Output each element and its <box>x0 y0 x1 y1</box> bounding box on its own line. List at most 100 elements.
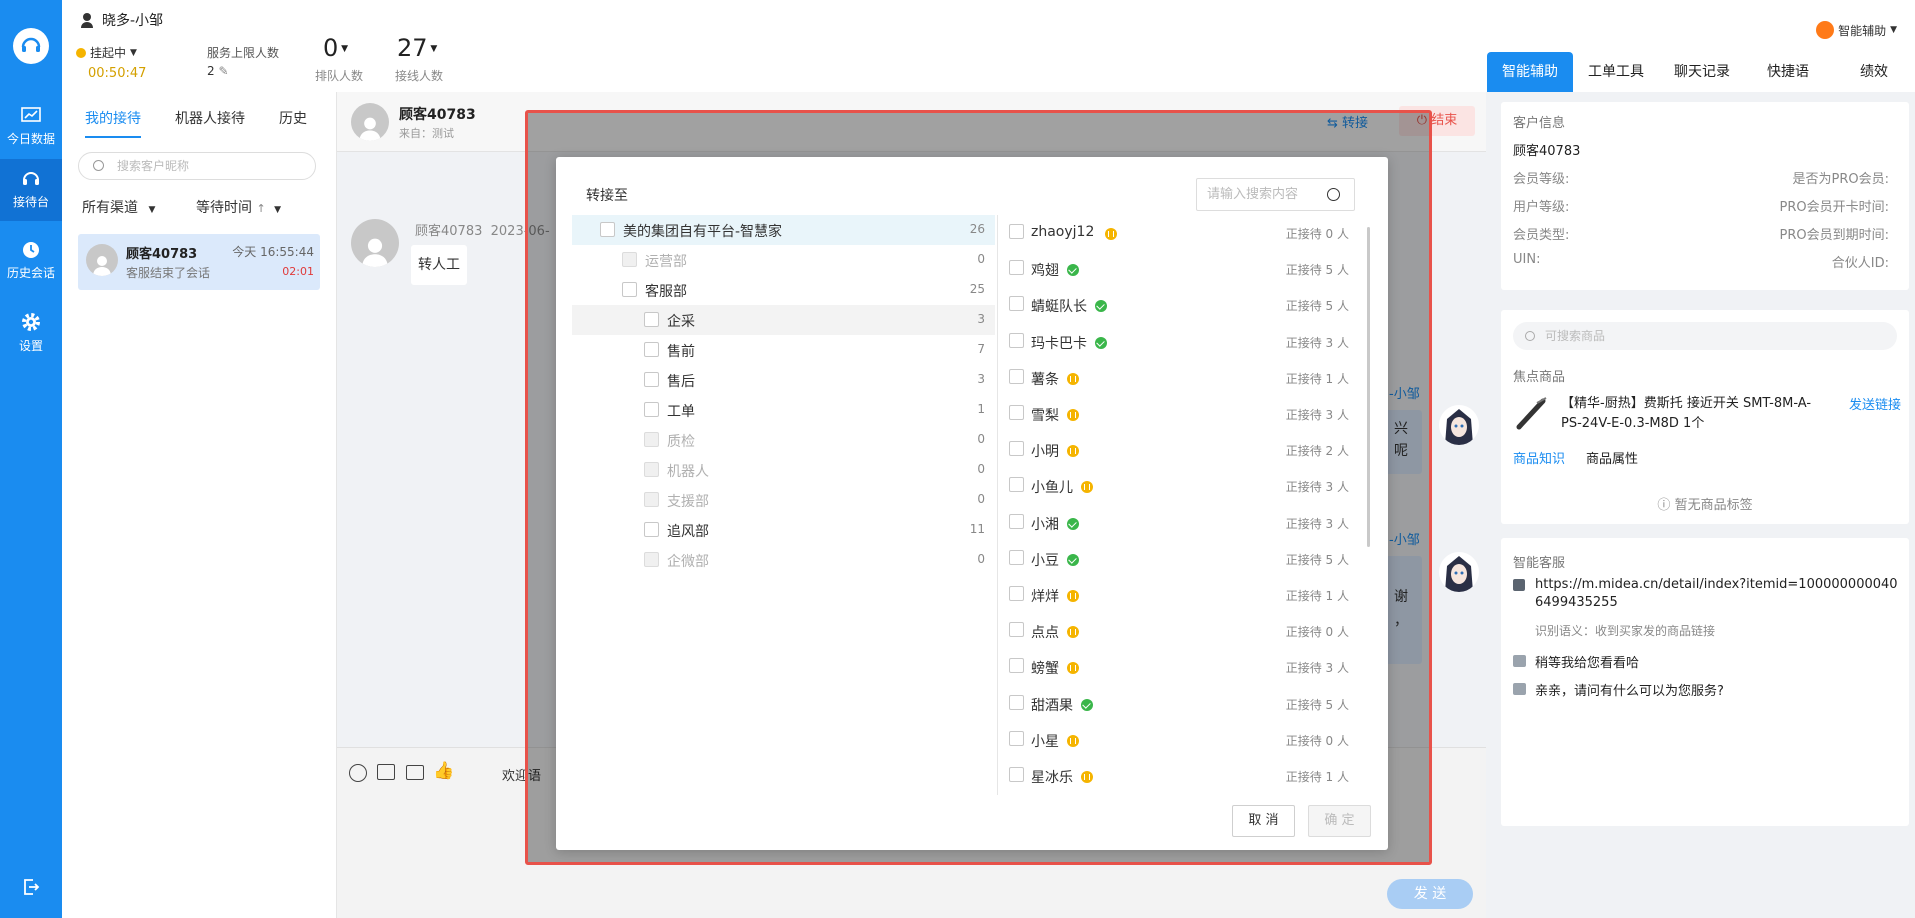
agent-load: 正接待 2 人 <box>1285 444 1349 459</box>
smart-assist-toggle[interactable]: 智能辅助 ▼ <box>1816 21 1897 39</box>
gear-icon <box>22 313 40 331</box>
agent-load: 正接待 0 人 <box>1285 733 1349 748</box>
folder-icon[interactable] <box>406 765 424 780</box>
tree-node-checkbox[interactable] <box>600 222 615 237</box>
nav-item-reception[interactable]: 接待台 <box>0 159 62 221</box>
send-link-button[interactable]: 发送链接 <box>1849 394 1901 413</box>
tab-smart-assist[interactable]: 智能辅助 <box>1487 52 1573 92</box>
agent-row[interactable]: 蜻蜓队长 正接待 5 人 <box>999 287 1369 323</box>
agent-row[interactable]: 星冰乐 正接待 1 人 <box>999 758 1369 794</box>
tree-node[interactable]: 企采 3 <box>572 305 995 335</box>
thumbs-up-icon[interactable]: 👍 <box>433 761 454 781</box>
nav-item-history[interactable]: 历史会话 <box>0 230 62 292</box>
nav-item-settings[interactable]: 设置 <box>0 302 62 364</box>
tree-node[interactable]: 售前 7 <box>572 335 995 365</box>
queue-count[interactable]: 0 ▼ <box>323 34 348 62</box>
logout-icon[interactable] <box>21 877 41 901</box>
emoji-icon[interactable] <box>349 764 367 782</box>
suggested-reply[interactable]: 稍等我给您看看哈 <box>1535 652 1639 671</box>
product-title[interactable]: 【精华-厨热】费斯托 接近开关 SMT-8M-A-PS-24V-E-0.3-M8… <box>1561 394 1831 434</box>
agent-row[interactable]: 小星 正接待 0 人 <box>999 722 1369 758</box>
agent-checkbox[interactable] <box>1009 368 1024 384</box>
tab-performance[interactable]: 绩效 <box>1831 52 1915 92</box>
tree-node-label: 售前 <box>667 344 695 360</box>
agent-checkbox[interactable] <box>1009 586 1024 601</box>
tree-node-checkbox[interactable] <box>644 372 659 387</box>
tree-node[interactable]: 客服部 25 <box>572 275 995 305</box>
tree-node-checkbox[interactable] <box>644 522 659 537</box>
agent-checkbox[interactable] <box>1009 441 1024 457</box>
agent-name: 鸡翅 <box>1031 263 1059 280</box>
agent-checkbox[interactable] <box>1009 296 1024 312</box>
tree-node-checkbox[interactable] <box>644 312 659 327</box>
search-icon <box>93 160 104 171</box>
tab-ticket-tools[interactable]: 工单工具 <box>1573 52 1659 92</box>
send-button[interactable]: 发 送 <box>1387 879 1473 909</box>
nav-item-today-data[interactable]: 今日数据 <box>0 96 62 158</box>
agent-row[interactable]: 甜酒果 正接待 5 人 <box>999 686 1369 722</box>
agent-checkbox[interactable] <box>1009 622 1024 638</box>
agent-row[interactable]: 薯条 正接待 1 人 <box>999 360 1369 396</box>
tab-my-reception[interactable]: 我的接待 <box>85 108 141 138</box>
conversation-duration: 02:01 <box>282 265 314 278</box>
service-limit-value[interactable]: 2 ✎ <box>207 64 229 78</box>
tab-chat-records[interactable]: 聊天记录 <box>1659 52 1745 92</box>
cancel-button[interactable]: 取 消 <box>1232 805 1295 837</box>
tree-node-checkbox[interactable] <box>622 282 637 297</box>
suggested-reply[interactable]: 亲亲，请问有什么可以为您服务? <box>1535 680 1724 699</box>
agent-checkbox[interactable] <box>1009 694 1024 710</box>
agent-row[interactable]: 小鱼儿 正接待 3 人 <box>999 468 1369 504</box>
assist-label: 智能辅助 <box>1838 23 1887 38</box>
agent-list-scrollbar[interactable] <box>1367 227 1370 547</box>
tree-node-label: 工单 <box>667 404 695 420</box>
smart-service-link[interactable]: https://m.midea.cn/detail/index?itemid=1… <box>1535 576 1903 612</box>
tree-node[interactable]: 售后 3 <box>572 365 995 395</box>
tree-node[interactable]: 美的集团自有平台-智慧家 26 <box>572 215 995 245</box>
wait-time-sort[interactable]: 等待时间 ↑ ▼ <box>196 197 281 217</box>
agent-checkbox[interactable] <box>1009 730 1024 746</box>
agent-row[interactable]: 烊烊 正接待 1 人 <box>999 577 1369 613</box>
online-count[interactable]: 27 ▼ <box>397 34 437 62</box>
agent-row[interactable]: 小湘 正接待 3 人 <box>999 505 1369 541</box>
customer-search-input[interactable]: 搜索客户昵称 <box>78 152 316 180</box>
agent-checkbox[interactable] <box>1009 477 1024 493</box>
confirm-button[interactable]: 确 定 <box>1308 805 1371 837</box>
tree-node[interactable]: 工单 1 <box>572 395 995 425</box>
agent-row[interactable]: 玛卡巴卡 正接待 3 人 <box>999 324 1369 360</box>
agent-search-input[interactable]: 请输入搜索内容 <box>1196 178 1355 211</box>
image-icon[interactable] <box>377 764 395 780</box>
agent-checkbox[interactable] <box>1009 513 1024 529</box>
tree-node[interactable]: 追风部 11 <box>572 515 995 545</box>
agent-row[interactable]: 点点 正接待 0 人 <box>999 613 1369 649</box>
edit-icon[interactable]: ✎ <box>218 64 228 78</box>
tab-quick-replies[interactable]: 快捷语 <box>1745 52 1831 92</box>
tree-node-checkbox[interactable] <box>644 342 659 357</box>
agent-checkbox[interactable] <box>1009 260 1024 276</box>
agent-checkbox[interactable] <box>1009 405 1024 420</box>
search-icon[interactable] <box>1327 188 1340 201</box>
agent-row[interactable]: 小豆 正接待 5 人 <box>999 541 1369 577</box>
tab-product-knowledge[interactable]: 商品知识 <box>1513 448 1565 467</box>
product-search-input[interactable]: 可搜索商品 <box>1513 322 1897 350</box>
agent-checkbox[interactable] <box>1009 224 1024 239</box>
tree-node-label: 支援部 <box>667 494 709 510</box>
status-dropdown[interactable]: 挂起中 ▼ <box>76 44 137 61</box>
tab-robot-reception[interactable]: 机器人接待 <box>175 108 245 138</box>
channel-filter[interactable]: 所有渠道 ▼ <box>82 197 155 217</box>
agent-checkbox[interactable] <box>1009 767 1024 782</box>
agent-row[interactable]: 螃蟹 正接待 3 人 <box>999 649 1369 685</box>
agent-load: 正接待 1 人 <box>1285 371 1349 386</box>
agent-checkbox[interactable] <box>1009 658 1024 674</box>
agent-checkbox[interactable] <box>1009 332 1024 348</box>
tree-node-checkbox[interactable] <box>644 402 659 417</box>
agent-row[interactable]: 小明 正接待 2 人 <box>999 432 1369 468</box>
tab-history[interactable]: 历史 <box>279 108 307 138</box>
agent-load: 正接待 5 人 <box>1285 552 1349 567</box>
agent-row[interactable]: zhaoyj12 正接待 0 人 <box>999 215 1369 251</box>
agent-checkbox[interactable] <box>1009 549 1024 565</box>
agent-row[interactable]: 雪梨 正接待 3 人 <box>999 396 1369 432</box>
agent-row[interactable]: 鸡翅 正接待 5 人 <box>999 251 1369 287</box>
status-online-icon <box>1067 553 1079 566</box>
tab-product-attributes[interactable]: 商品属性 <box>1586 448 1638 467</box>
conversation-item[interactable]: 顾客40783 今天 16:55:44 客服结束了会话 02:01 <box>78 234 320 290</box>
